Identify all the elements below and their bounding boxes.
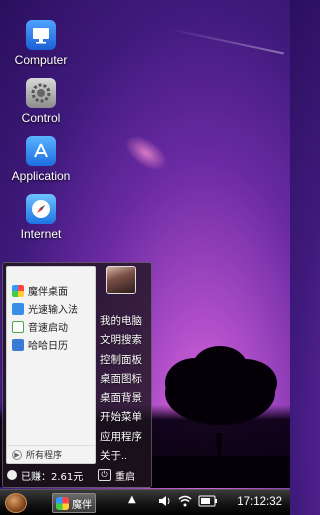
start-menu: 魔伴桌面 光速输入法 音速启动 哈哈日历 ▶ 所有程序 我的电脑 文明搜索 控制… bbox=[2, 262, 152, 488]
desktop-icon-internet[interactable]: Internet bbox=[2, 194, 80, 241]
menu-link-start-menu[interactable]: 开始菜单 bbox=[100, 409, 152, 428]
menu-link-my-computer[interactable]: 我的电脑 bbox=[100, 313, 152, 332]
menu-link-desktop-icons[interactable]: 桌面图标 bbox=[100, 371, 152, 390]
wifi-icon[interactable] bbox=[178, 495, 192, 510]
desktop-icon-computer[interactable]: Computer bbox=[2, 20, 80, 67]
mobanzhuomian-icon bbox=[56, 496, 69, 510]
calendar-icon bbox=[12, 338, 24, 351]
taskbar-item-moban[interactable]: 魔伴 bbox=[52, 493, 96, 513]
start-menu-programs-panel: 魔伴桌面 光速输入法 音速启动 哈哈日历 ▶ 所有程序 bbox=[6, 266, 96, 464]
start-menu-links: 我的电脑 文明搜索 控制面板 桌面图标 桌面背景 开始菜单 应用程序 关于.. bbox=[100, 313, 152, 467]
clock: 17:12:32 bbox=[237, 496, 282, 508]
menu-link-search[interactable]: 文明搜索 bbox=[100, 332, 152, 351]
restart-label: 重启 bbox=[115, 471, 135, 483]
program-item-mobanzhuomian[interactable]: 魔伴桌面 bbox=[7, 282, 95, 299]
program-label: 哈哈日历 bbox=[28, 341, 68, 352]
desktop-icon-label: Application bbox=[11, 169, 71, 183]
volume-icon[interactable] bbox=[158, 495, 172, 510]
tray-expand-icon[interactable]: ▲ bbox=[128, 494, 136, 505]
start-menu-footer: 已赚：2.61元 ⏻ 重启 bbox=[3, 466, 151, 484]
wallpaper-tree bbox=[150, 346, 290, 488]
guangsu-input-icon bbox=[12, 302, 24, 315]
program-item-guangsu-input[interactable]: 光速输入法 bbox=[7, 300, 95, 317]
earned-status: 已赚：2.61元 bbox=[3, 468, 98, 483]
taskbar: 魔伴 ▲ 17:12:32 bbox=[0, 489, 290, 515]
computer-icon bbox=[26, 20, 56, 50]
menu-link-control-panel[interactable]: 控制面板 bbox=[100, 352, 152, 371]
earned-label: 已赚：2.61元 bbox=[21, 471, 84, 483]
restart-button[interactable]: ⏻ 重启 bbox=[98, 468, 135, 483]
desktop-icon-label: Computer bbox=[14, 53, 68, 67]
piggy-bank-icon bbox=[7, 470, 17, 480]
battery-icon[interactable] bbox=[198, 495, 218, 510]
program-item-calendar[interactable]: 哈哈日历 bbox=[7, 336, 95, 353]
menu-link-applications[interactable]: 应用程序 bbox=[100, 429, 152, 448]
taskbar-item-label: 魔伴 bbox=[72, 499, 92, 511]
program-label: 光速输入法 bbox=[28, 305, 78, 316]
program-label: 音速启动 bbox=[28, 323, 68, 334]
mobanzhuomian-icon bbox=[12, 284, 24, 297]
all-programs-label: 所有程序 bbox=[26, 451, 63, 461]
yinsu-launch-icon bbox=[12, 320, 24, 333]
avatar[interactable] bbox=[106, 266, 136, 294]
menu-link-about[interactable]: 关于.. bbox=[100, 448, 152, 467]
desktop-icon-label: Control bbox=[21, 111, 61, 125]
desktop-icon-control[interactable]: Control bbox=[2, 78, 80, 125]
wallpaper-streak bbox=[166, 27, 284, 55]
menu-link-desktop-background[interactable]: 桌面背景 bbox=[100, 390, 152, 409]
program-label: 魔伴桌面 bbox=[28, 287, 68, 298]
app-store-icon bbox=[26, 136, 56, 166]
wallpaper-cloud bbox=[118, 128, 174, 178]
program-item-yinsu-launch[interactable]: 音速启动 bbox=[7, 318, 95, 335]
settings-icon bbox=[26, 78, 56, 108]
desktop-icon-application[interactable]: Application bbox=[2, 136, 80, 183]
compass-icon bbox=[26, 194, 56, 224]
desktop-icon-label: Internet bbox=[20, 227, 62, 241]
start-button[interactable] bbox=[5, 493, 27, 513]
arrow-right-icon: ▶ bbox=[12, 449, 22, 460]
all-programs-button[interactable]: ▶ 所有程序 bbox=[7, 445, 95, 463]
power-icon: ⏻ bbox=[98, 469, 111, 481]
